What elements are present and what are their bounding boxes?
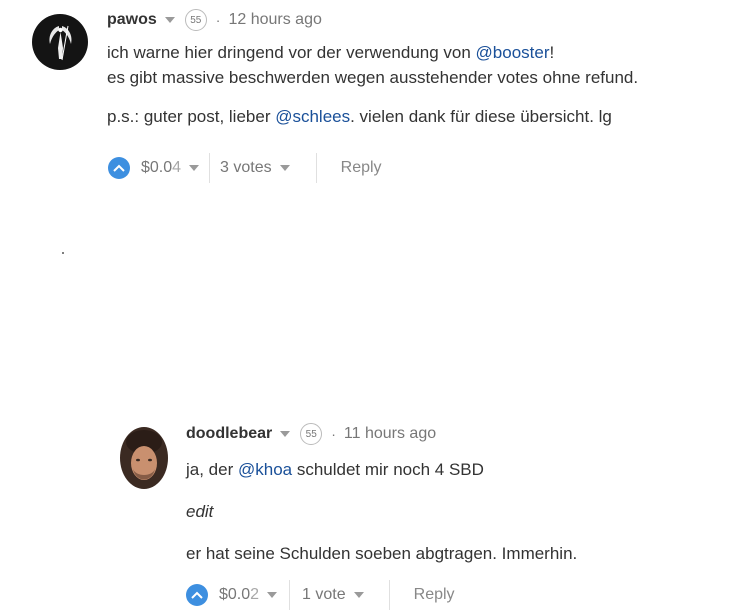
payout-value[interactable]: $0.02	[219, 586, 259, 604]
separator-dot: ·	[331, 426, 336, 442]
comment-line-3: p.s.: guter post, lieber @schlees. viele…	[107, 107, 612, 126]
upvote-icon[interactable]	[186, 584, 208, 606]
dropdown-caret-icon[interactable]	[164, 17, 175, 23]
timestamp[interactable]: 12 hours ago	[228, 11, 321, 29]
reputation-badge: 55	[184, 9, 207, 31]
avatar[interactable]	[32, 14, 88, 70]
dropdown-caret-icon[interactable]	[280, 431, 291, 437]
dropdown-caret-icon[interactable]	[189, 165, 200, 171]
stray-dot	[62, 252, 64, 254]
divider	[209, 153, 211, 183]
comment-footer: $0.04 3 votes Reply	[108, 153, 382, 183]
comment-line-1: ja, der @khoa schuldet mir noch 4 SBD	[186, 460, 484, 479]
comment-line-2: es gibt massive beschwerden wegen ausste…	[107, 68, 639, 87]
mention-link[interactable]: @khoa	[238, 460, 292, 479]
separator-dot: ·	[215, 12, 221, 28]
comment-line-1: ich warne hier dringend vor der verwendu…	[107, 43, 555, 62]
author-name[interactable]: doodlebear	[186, 425, 272, 443]
votes-count[interactable]: 3 votes	[220, 159, 272, 177]
author-name[interactable]: pawos	[107, 11, 157, 29]
comment-doodlebear: doodlebear 55 · 11 hours ago ja, der @kh…	[0, 205, 752, 610]
reply-link[interactable]: Reply	[341, 159, 382, 177]
timestamp[interactable]: 11 hours ago	[344, 425, 436, 443]
divider	[289, 580, 291, 610]
edit-label: edit	[186, 502, 214, 521]
comment-body: ich warne hier dringend vor der verwendu…	[107, 40, 638, 129]
comment-footer: $0.02 1 vote Reply	[186, 580, 455, 610]
avatar[interactable]	[120, 427, 168, 489]
mention-link[interactable]: @booster	[476, 43, 550, 62]
votes-count[interactable]: 1 vote	[302, 586, 346, 604]
dropdown-caret-icon[interactable]	[353, 592, 364, 598]
comment-body: ja, der @khoa schuldet mir noch 4 SBD ed…	[186, 457, 577, 566]
reply-link[interactable]: Reply	[414, 586, 455, 604]
reputation-badge: 55	[300, 423, 323, 445]
mention-link[interactable]: @schlees	[275, 107, 350, 126]
dropdown-caret-icon[interactable]	[267, 592, 278, 598]
payout-value[interactable]: $0.04	[141, 159, 181, 177]
divider	[315, 153, 317, 183]
comment-line-3: er hat seine Schulden soeben abgtragen. …	[186, 544, 578, 563]
divider	[388, 580, 390, 610]
dropdown-caret-icon[interactable]	[279, 165, 290, 171]
upvote-icon[interactable]	[108, 157, 130, 179]
comment-pawos: pawos 55 · 12 hours ago ich warne hier d…	[0, 0, 752, 200]
